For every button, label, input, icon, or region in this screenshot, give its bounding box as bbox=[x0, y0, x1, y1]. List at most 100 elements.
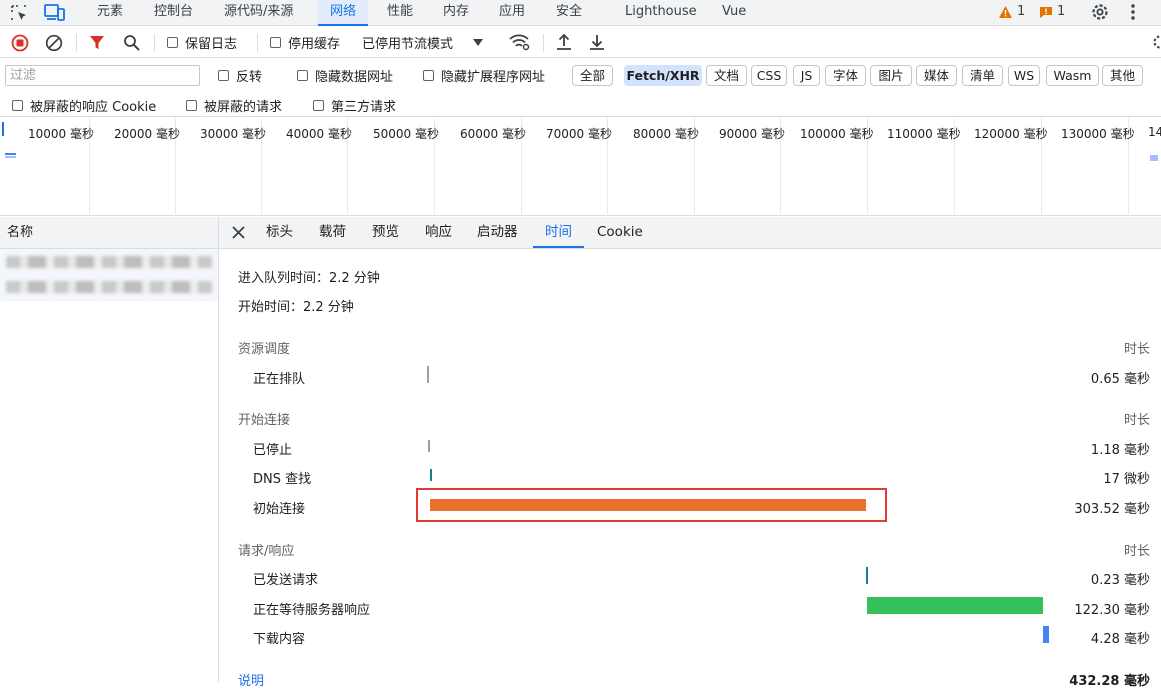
filter-chip-media[interactable]: 媒体 bbox=[916, 65, 957, 86]
queued-at-text: 进入队列时间：2.2 分钟 bbox=[238, 267, 380, 286]
timing-row-label: 已停止 bbox=[253, 439, 292, 458]
element-picker-icon[interactable] bbox=[10, 4, 28, 22]
overview-tick-label: 90000 毫秒 bbox=[719, 125, 785, 142]
more-options-icon[interactable] bbox=[1128, 3, 1138, 21]
timing-row-label: 下载内容 bbox=[253, 628, 305, 647]
total-duration: 432.28 毫秒 bbox=[1069, 670, 1150, 689]
issue-count[interactable]: 1 bbox=[1057, 0, 1065, 26]
warning-count[interactable]: 1 bbox=[1017, 0, 1025, 26]
filter-chip-all[interactable]: 全部 bbox=[572, 65, 613, 86]
warning-icon[interactable] bbox=[998, 5, 1013, 19]
overview-tick-label: 80000 毫秒 bbox=[633, 125, 699, 142]
overview-timeline[interactable]: 10000 毫秒 20000 毫秒 30000 毫秒 40000 毫秒 5000… bbox=[0, 118, 1161, 216]
tab-sources[interactable]: 源代码/来源 bbox=[224, 0, 293, 26]
tab-performance[interactable]: 性能 bbox=[387, 0, 413, 26]
hide-ext-urls-box[interactable] bbox=[423, 70, 434, 81]
request-detail-panel: 标头 载荷 预览 响应 启动器 时间 Cookie 进入队列时间：2.2 分钟 … bbox=[219, 217, 1161, 682]
timing-bar-content-download bbox=[1043, 626, 1049, 643]
filter-input[interactable]: 过滤 bbox=[5, 65, 200, 86]
request-list: 名称 bbox=[0, 217, 219, 682]
timing-row-label: 已发送请求 bbox=[253, 569, 318, 588]
hide-data-urls-label: 隐藏数据网址 bbox=[315, 66, 393, 85]
third-party-checkbox[interactable]: 第三方请求 bbox=[313, 93, 396, 117]
tab-security[interactable]: 安全 bbox=[556, 0, 582, 26]
throttling-select[interactable]: 已停用节流模式 bbox=[362, 27, 483, 58]
stop-recording-icon[interactable] bbox=[11, 34, 29, 52]
filter-chip-wasm[interactable]: Wasm bbox=[1046, 65, 1099, 86]
tab-memory[interactable]: 内存 bbox=[443, 0, 469, 26]
timing-row-duration: 303.52 毫秒 bbox=[1074, 498, 1150, 517]
timing-row-duration: 0.65 毫秒 bbox=[1091, 368, 1150, 387]
tab-timing[interactable]: 时间 bbox=[533, 217, 584, 248]
tab-lighthouse[interactable]: Lighthouse bbox=[625, 0, 697, 26]
filter-chip-ws[interactable]: WS bbox=[1008, 65, 1040, 86]
hide-data-urls-box[interactable] bbox=[297, 70, 308, 81]
timing-row-duration: 0.23 毫秒 bbox=[1091, 569, 1150, 588]
tab-response[interactable]: 响应 bbox=[425, 217, 452, 248]
search-icon[interactable] bbox=[123, 34, 140, 51]
filter-chip-other[interactable]: 其他 bbox=[1102, 65, 1143, 86]
filter-chip-doc[interactable]: 文档 bbox=[706, 65, 747, 86]
blocked-cookies-checkbox[interactable]: 被屏蔽的响应 Cookie bbox=[12, 93, 156, 117]
close-icon[interactable] bbox=[232, 226, 245, 239]
filter-chip-css[interactable]: CSS bbox=[751, 65, 787, 86]
invert-box[interactable] bbox=[218, 70, 229, 81]
disable-cache-checkbox[interactable]: 停用缓存 bbox=[270, 27, 340, 58]
issue-icon[interactable] bbox=[1039, 6, 1053, 19]
filter-chip-font[interactable]: 字体 bbox=[825, 65, 866, 86]
hide-ext-urls-label: 隐藏扩展程序网址 bbox=[441, 66, 545, 85]
disable-cache-box[interactable] bbox=[270, 37, 281, 48]
hide-data-urls-checkbox[interactable]: 隐藏数据网址 bbox=[297, 59, 393, 92]
dropdown-arrow-icon bbox=[473, 39, 483, 46]
preserve-log-checkbox[interactable]: 保留日志 bbox=[167, 27, 237, 58]
filter-chip-manifest[interactable]: 清单 bbox=[962, 65, 1003, 86]
filter-chip-js[interactable]: JS bbox=[793, 65, 820, 86]
filter-chip-img[interactable]: 图片 bbox=[870, 65, 912, 86]
preserve-log-box[interactable] bbox=[167, 37, 178, 48]
network-settings-gear-icon[interactable] bbox=[1150, 33, 1161, 51]
filter-icon[interactable] bbox=[89, 35, 105, 51]
overview-tick-label: 40000 毫秒 bbox=[286, 125, 352, 142]
filter-chip-fetch-xhr[interactable]: Fetch/XHR bbox=[624, 65, 702, 86]
tab-initiator[interactable]: 启动器 bbox=[477, 217, 518, 248]
tab-network[interactable]: 网络 bbox=[318, 0, 368, 26]
timing-row-label: 初始连接 bbox=[253, 498, 305, 517]
blocked-requests-box[interactable] bbox=[186, 100, 197, 111]
devtools-tab-bar: 元素 控制台 源代码/来源 网络 性能 内存 应用 安全 Lighthouse … bbox=[0, 0, 1161, 26]
explanation-link[interactable]: 说明 bbox=[238, 670, 264, 689]
section-title-connection-start: 开始连接 bbox=[238, 409, 290, 428]
tab-payload[interactable]: 载荷 bbox=[319, 217, 346, 248]
overview-tick-label: 100000 毫秒 bbox=[800, 125, 874, 142]
tab-console[interactable]: 控制台 bbox=[154, 0, 193, 26]
timing-bar-initial-connection bbox=[430, 499, 867, 511]
blocked-cookies-box[interactable] bbox=[12, 100, 23, 111]
timing-row-duration: 122.30 毫秒 bbox=[1074, 599, 1150, 618]
device-toolbar-icon[interactable] bbox=[44, 3, 66, 22]
tab-vue[interactable]: Vue bbox=[722, 0, 746, 26]
overview-range-handle[interactable] bbox=[2, 122, 4, 136]
blocked-requests-checkbox[interactable]: 被屏蔽的请求 bbox=[186, 93, 282, 117]
tab-application[interactable]: 应用 bbox=[499, 0, 525, 26]
clear-icon[interactable] bbox=[45, 34, 63, 52]
network-conditions-icon[interactable] bbox=[508, 33, 530, 51]
third-party-box[interactable] bbox=[313, 100, 324, 111]
overview-tick-label: 140 bbox=[1148, 125, 1161, 139]
overview-tick-label: 130000 毫秒 bbox=[1061, 125, 1135, 142]
invert-checkbox[interactable]: 反转 bbox=[218, 59, 262, 92]
preserve-log-label: 保留日志 bbox=[185, 33, 237, 52]
tab-cookies[interactable]: Cookie bbox=[597, 217, 643, 248]
timing-bar-dns-lookup bbox=[430, 469, 432, 481]
import-har-icon[interactable] bbox=[556, 33, 572, 51]
tab-elements[interactable]: 元素 bbox=[97, 0, 123, 26]
export-har-icon[interactable] bbox=[589, 33, 605, 51]
tab-preview[interactable]: 预览 bbox=[372, 217, 399, 248]
settings-gear-icon[interactable] bbox=[1090, 2, 1110, 22]
overview-tick-label: 120000 毫秒 bbox=[974, 125, 1048, 142]
tab-headers[interactable]: 标头 bbox=[266, 217, 293, 248]
overview-tick-label: 50000 毫秒 bbox=[373, 125, 439, 142]
timing-bar-request-sent bbox=[866, 567, 868, 584]
request-row-selected[interactable] bbox=[0, 249, 218, 301]
hide-ext-urls-checkbox[interactable]: 隐藏扩展程序网址 bbox=[423, 59, 545, 92]
name-column-header[interactable]: 名称 bbox=[0, 217, 218, 249]
blocked-requests-label: 被屏蔽的请求 bbox=[204, 96, 282, 115]
